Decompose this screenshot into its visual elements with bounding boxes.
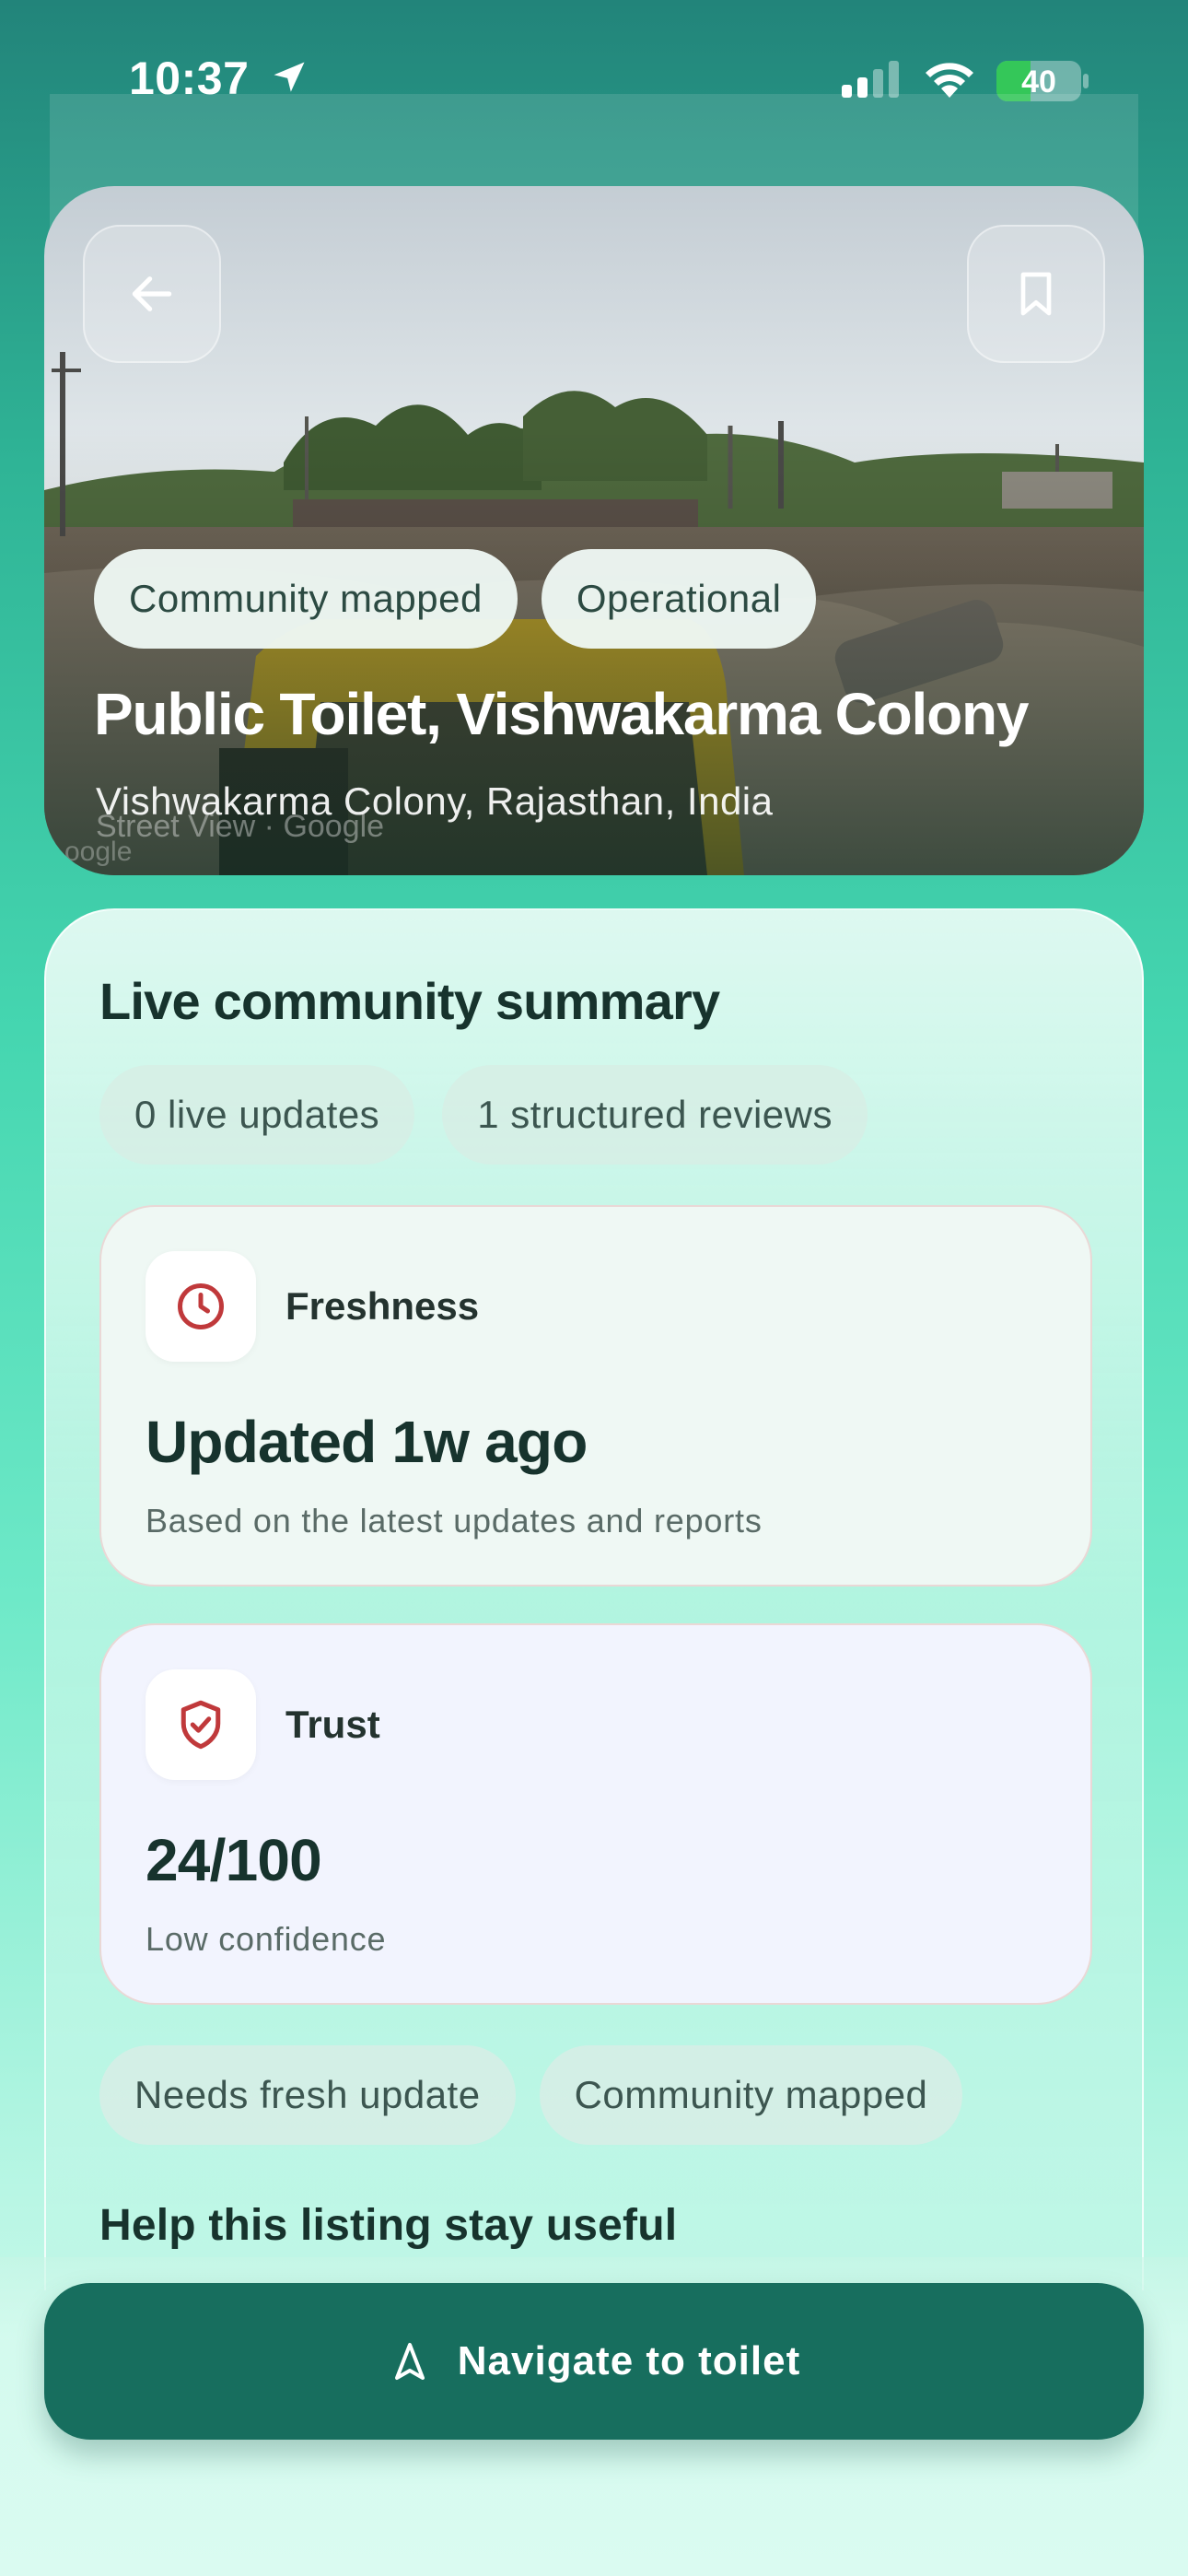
trust-label: Trust (285, 1703, 380, 1746)
live-updates-count: 0 live updates (99, 1065, 415, 1165)
hero-card: Community mapped Operational Public Toil… (44, 186, 1144, 875)
summary-stats: 0 live updates 1 structured reviews (99, 1065, 868, 1165)
freshness-icon-box (146, 1251, 256, 1362)
bookmark-button[interactable] (967, 225, 1105, 363)
navigation-arrow-icon (394, 2343, 425, 2380)
bookmark-icon (1020, 272, 1052, 316)
arrow-left-icon (132, 276, 172, 311)
summary-title: Live community summary (99, 972, 720, 1030)
help-section-title: Help this listing stay useful (99, 2201, 678, 2250)
wifi-icon (926, 63, 973, 98)
structured-reviews-count: 1 structured reviews (442, 1065, 868, 1165)
tag-community-mapped: Community mapped (539, 2045, 963, 2145)
chip-community-mapped: Community mapped (94, 549, 518, 649)
trust-icon-box (146, 1669, 256, 1780)
google-credit-fragment: oogle (64, 837, 133, 867)
status-tags: Needs fresh update Community mapped (99, 2045, 963, 2145)
shield-check-icon (181, 1700, 221, 1750)
community-summary-card: Live community summary 0 live updates 1 … (44, 908, 1144, 2290)
location-arrow-icon (274, 62, 305, 92)
hero-chips: Community mapped Operational (94, 549, 817, 649)
back-button[interactable] (83, 225, 221, 363)
navigate-label: Navigate to toilet (457, 2338, 801, 2383)
battery-cap (1083, 74, 1089, 88)
freshness-value: Updated 1w ago (146, 1409, 588, 1475)
place-address: Vishwakarma Colony, Rajasthan, India (96, 779, 774, 823)
trust-card: Trust 24/100 Low confidence (99, 1623, 1092, 2005)
trust-score: 24/100 (146, 1827, 322, 1893)
freshness-label: Freshness (285, 1284, 480, 1328)
tag-needs-fresh-update: Needs fresh update (99, 2045, 516, 2145)
place-title: Public Toilet, Vishwakarma Colony (94, 681, 1030, 747)
clock-icon (178, 1283, 224, 1329)
freshness-note: Based on the latest updates and reports (146, 1502, 763, 1540)
chip-operational: Operational (541, 549, 817, 649)
navigate-button[interactable]: Navigate to toilet (44, 2283, 1144, 2440)
freshness-card: Freshness Updated 1w ago Based on the la… (99, 1205, 1092, 1587)
trust-note: Low confidence (146, 1920, 387, 1958)
